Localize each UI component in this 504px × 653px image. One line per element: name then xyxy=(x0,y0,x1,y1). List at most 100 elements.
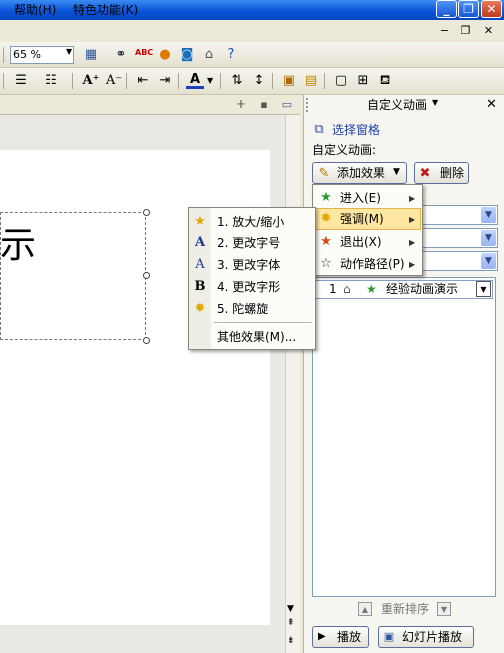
layout-icon[interactable]: ▤ xyxy=(302,72,320,90)
grow-font-icon[interactable]: A⁺ xyxy=(82,72,100,90)
add-effect-arrow-icon: ▼ xyxy=(393,167,400,177)
slide-design-icon[interactable]: ▢ xyxy=(332,72,350,90)
mdi-restore-icon[interactable]: ❐ xyxy=(459,24,472,37)
numbering-icon[interactable]: ☷ xyxy=(42,72,60,90)
paint-bucket-icon[interactable]: ⛾ xyxy=(376,72,394,90)
resize-handle[interactable] xyxy=(143,209,150,216)
delete-label: 删除 xyxy=(440,166,465,180)
animation-index: 1 xyxy=(329,282,337,296)
restore-button[interactable]: ❐ xyxy=(458,0,479,18)
red-star-icon: ★ xyxy=(320,234,332,249)
close-button[interactable]: ✕ xyxy=(481,0,502,18)
emphasis-more-label: 其他效果(M)... xyxy=(217,330,297,344)
add-effect-label: 添加效果 xyxy=(337,166,386,180)
emphasis-item-2-label: 2. 更改字号 xyxy=(217,236,281,250)
menu-bar xyxy=(0,20,504,41)
submenu-arrow-icon: ▶ xyxy=(409,194,416,203)
mouse-trigger-icon: ⌂ xyxy=(343,282,351,296)
emphasis-item-1-label: 1. 放大/缩小 xyxy=(217,215,285,229)
bold-icon: B xyxy=(194,279,206,294)
scroll-down-icon[interactable]: ▼ xyxy=(287,604,294,614)
menu-motion-path-label: 动作路径(P) xyxy=(340,257,405,271)
help-icon[interactable]: ? xyxy=(222,46,240,64)
emphasis-item-3-label: 3. 更改字体 xyxy=(217,258,281,272)
decrease-indent-icon[interactable]: ⇤ xyxy=(134,72,152,90)
menu-help[interactable]: 帮助(H) xyxy=(14,2,56,19)
emphasis-item-4-label: 4. 更改字形 xyxy=(217,280,281,294)
menu-divider xyxy=(214,322,312,323)
pane-menu-arrow-icon[interactable]: ▼ xyxy=(432,98,438,107)
minimize-button[interactable]: _ xyxy=(436,0,457,18)
submenu-arrow-icon: ▶ xyxy=(409,260,416,269)
menu-exit-label: 退出(X) xyxy=(340,235,382,249)
item-dropdown-icon[interactable]: ▼ xyxy=(476,281,491,297)
reorder-label: 重新排序 xyxy=(381,602,430,616)
font-color-dropdown-icon[interactable]: ▼ xyxy=(207,76,213,85)
resize-handle[interactable] xyxy=(143,337,150,344)
toolbar-separator xyxy=(126,73,127,89)
toolbar-separator xyxy=(3,73,4,89)
normal-view-icon[interactable]: ▪ xyxy=(255,96,273,114)
menu-special[interactable]: 特色功能(K) xyxy=(73,2,138,19)
slide-title-text[interactable]: 示 xyxy=(0,224,36,268)
speed-dropdown[interactable]: ▼ xyxy=(422,251,498,271)
font-color-icon[interactable]: A xyxy=(186,71,204,89)
animation-list[interactable] xyxy=(312,277,496,597)
toolbar-separator xyxy=(3,47,4,63)
next-slide-icon[interactable]: ⇟ xyxy=(287,636,295,646)
move-up-icon[interactable]: ▲ xyxy=(358,602,372,616)
slideshow-label: 幻灯片播放 xyxy=(402,630,463,644)
emphasis-star-icon: ★ xyxy=(366,282,377,296)
toolbar-separator xyxy=(72,73,73,89)
increase-indent-icon[interactable]: ⇥ xyxy=(156,72,174,90)
dropdown-arrow-icon: ▼ xyxy=(481,207,496,223)
pane-close-icon[interactable]: ✕ xyxy=(486,96,497,114)
toolbar-separator xyxy=(272,73,273,89)
mdi-minimize-icon[interactable]: − xyxy=(438,24,451,37)
shrink-font-icon[interactable]: A⁻ xyxy=(105,72,123,90)
toolbar-separator xyxy=(220,73,221,89)
mdi-close-icon[interactable]: ✕ xyxy=(482,24,495,37)
pane-grip[interactable] xyxy=(306,98,309,112)
zoom-input[interactable]: 65 % xyxy=(10,46,74,64)
paragraph-spacing-icon[interactable]: ↕ xyxy=(250,72,268,90)
tag-icon[interactable]: ⌂ xyxy=(200,46,218,64)
selection-pane-icon: ⧉ xyxy=(314,122,324,137)
bullets-icon[interactable]: ☰ xyxy=(12,72,30,90)
move-down-icon[interactable]: ▼ xyxy=(437,602,451,616)
resize-handle[interactable] xyxy=(143,272,150,279)
start-dropdown[interactable]: ▼ xyxy=(422,205,498,225)
dropdown-arrow-icon: ▼ xyxy=(481,230,496,246)
standard-toolbar xyxy=(0,42,504,68)
delete-icon: ✖ xyxy=(419,166,431,181)
select-pane-link[interactable]: 选择窗格 xyxy=(332,121,380,139)
emphasis-item-5-label: 5. 陀螺旋 xyxy=(217,302,269,316)
toolbar-separator xyxy=(324,73,325,89)
spellcheck-icon[interactable]: ABC xyxy=(135,44,153,62)
table-icon[interactable]: ⊞ xyxy=(354,72,372,90)
vertical-scrollbar[interactable] xyxy=(285,115,300,653)
binoculars-icon[interactable]: ⚭ xyxy=(112,46,130,64)
pane-layout-icon[interactable]: ▭ xyxy=(278,96,296,114)
new-slide-icon[interactable]: ▣ xyxy=(280,72,298,90)
pin-icon[interactable]: ⵜ xyxy=(232,96,250,114)
menu-entrance-label: 进入(E) xyxy=(340,191,381,205)
animation-name: 经验动画演示 xyxy=(386,282,459,296)
play-icon: ▶ xyxy=(318,631,326,642)
property-dropdown[interactable]: ▼ xyxy=(422,228,498,248)
prev-slide-icon[interactable]: ⇞ xyxy=(287,618,295,628)
spin-icon: ✸ xyxy=(194,301,206,316)
zoom-dropdown-arrow-icon[interactable]: ▼ xyxy=(66,47,72,56)
research-icon[interactable]: ● xyxy=(156,46,174,64)
grow-shrink-icon: ★ xyxy=(194,214,206,229)
table-grid-icon[interactable]: ▦ xyxy=(82,46,100,64)
font-size-icon: A xyxy=(194,235,206,250)
document-icon[interactable]: ◙ xyxy=(178,46,196,64)
slideshow-icon: ▣ xyxy=(383,630,395,643)
dropdown-arrow-icon: ▼ xyxy=(481,253,496,269)
add-effect-icon: ✎ xyxy=(318,166,330,181)
pane-title: 自定义动画 xyxy=(367,98,428,112)
menu-emphasis-label: 强调(M) xyxy=(340,212,384,226)
line-spacing-icon[interactable]: ⇅ xyxy=(228,72,246,90)
green-star-icon: ★ xyxy=(320,190,332,205)
